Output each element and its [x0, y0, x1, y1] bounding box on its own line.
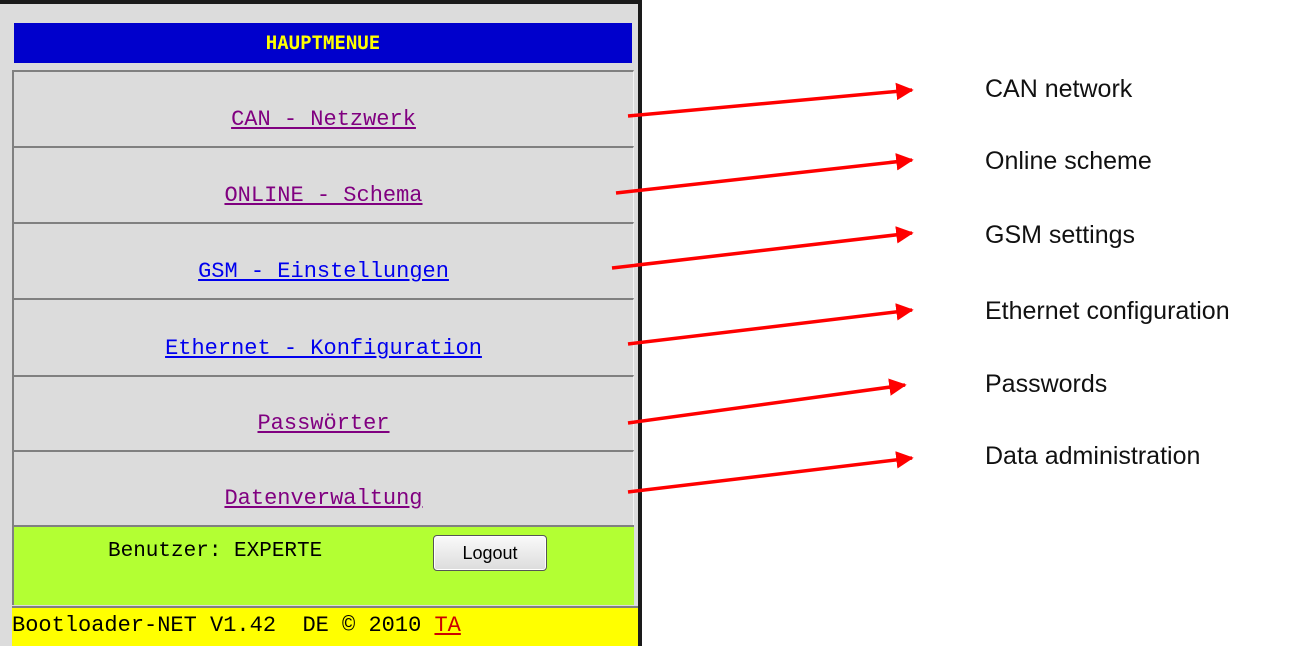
arrow-gsm: [611, 226, 914, 270]
annotation-gsm-settings: GSM settings: [985, 221, 1136, 249]
annotation-data-administration: Data administration: [985, 442, 1201, 470]
arrow-passwords: [627, 378, 907, 425]
annotation-can-network: CAN network: [985, 75, 1133, 103]
annotation-ethernet-configuration: Ethernet configuration: [985, 297, 1230, 325]
annotation-passwords: Passwords: [985, 370, 1108, 398]
arrow-ethernet: [627, 303, 914, 346]
arrow-can: [627, 82, 914, 118]
annotation-online-scheme: Online scheme: [985, 147, 1152, 175]
arrow-online: [615, 153, 914, 195]
arrow-data: [627, 451, 914, 494]
